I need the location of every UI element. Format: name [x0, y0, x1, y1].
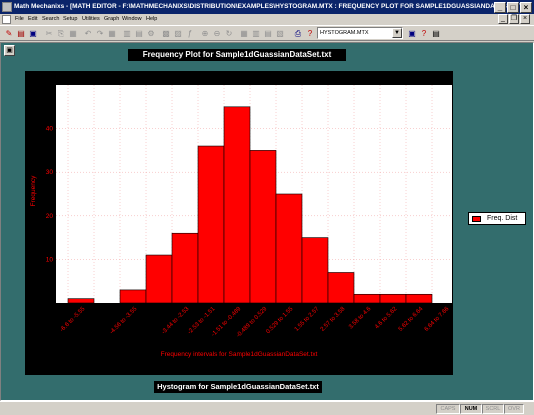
bar-10: [327, 272, 355, 304]
bar-12: [379, 293, 407, 304]
bar-0: [67, 298, 95, 304]
document-select[interactable]: HYSTOGRAM.MTX ▼: [317, 27, 403, 39]
refresh-icon[interactable]: ↻: [223, 28, 235, 40]
table-icon[interactable]: ▤: [133, 28, 145, 40]
child-minimize-button[interactable]: _: [498, 14, 508, 24]
minimize-button[interactable]: _: [494, 2, 506, 13]
close-button[interactable]: ×: [520, 2, 532, 13]
y-tick-label-3: 40: [46, 126, 54, 133]
child-restore-button[interactable]: ❐: [509, 14, 519, 24]
paste-icon[interactable]: ▦: [67, 28, 79, 40]
zoom-in-icon[interactable]: ⊕: [199, 28, 211, 40]
document-select-value: HYSTOGRAM.MTX: [320, 30, 369, 36]
document-icon[interactable]: [2, 15, 11, 24]
calculator-icon[interactable]: ▦: [238, 28, 250, 40]
settings-icon[interactable]: ⚙: [145, 28, 157, 40]
constants-icon[interactable]: ▤: [262, 28, 274, 40]
redo-icon[interactable]: ↷: [94, 28, 106, 40]
y-tick-label-0: 10: [46, 256, 54, 263]
undo-icon[interactable]: ↶: [82, 28, 94, 40]
bar-4: [171, 232, 199, 304]
copy-icon[interactable]: ⎘: [55, 28, 67, 40]
menu-file[interactable]: File: [15, 14, 24, 25]
matrix-icon[interactable]: ▥: [121, 28, 133, 40]
grid-icon[interactable]: ▦: [106, 28, 118, 40]
chart-legend: Freq. Dist: [468, 212, 526, 225]
menu-bar: File Edit Search Setup Utilities Graph W…: [0, 14, 534, 25]
graph-icon[interactable]: ▩: [160, 28, 172, 40]
status-num: NUM: [460, 404, 482, 414]
bar-13: [405, 293, 433, 304]
app-window: Math Mechanixs - [MATH EDITOR - F:\MATHM…: [0, 0, 534, 415]
app-icon[interactable]: [2, 2, 12, 12]
bar-8: [275, 193, 303, 304]
legend-swatch: [472, 216, 481, 222]
menu-edit[interactable]: Edit: [28, 14, 37, 25]
list-icon[interactable]: ▤: [430, 28, 442, 40]
toolbar: ✎ ▤ ▣ ✂ ⎘ ▦ ↶ ↷ ▦ ▥ ▤ ⚙ ▩ ▨ ƒ ⊕ ⊖ ↻ ▦ ▥ …: [0, 25, 534, 41]
status-ovr: OVR: [504, 404, 524, 414]
child-close-button[interactable]: ×: [520, 14, 530, 24]
pen-icon[interactable]: ✎: [3, 28, 15, 40]
x-axis-label: Frequency intervals for Sample1dGuassian…: [161, 351, 318, 358]
floppy-icon[interactable]: ▣: [4, 45, 15, 56]
y-tick-label-2: 30: [46, 169, 54, 176]
plot-icon[interactable]: ▨: [172, 28, 184, 40]
variables-icon[interactable]: ▧: [274, 28, 286, 40]
bar-7: [249, 150, 277, 304]
maximize-button[interactable]: □: [507, 2, 519, 13]
legend-label: Freq. Dist: [487, 215, 518, 222]
bar-5: [197, 145, 225, 304]
help-icon[interactable]: ?: [304, 28, 316, 40]
menu-help[interactable]: Help: [146, 14, 157, 25]
context-help-icon[interactable]: ?: [418, 28, 430, 40]
title-bar[interactable]: Math Mechanixs - [MATH EDITOR - F:\MATHM…: [0, 0, 534, 14]
window-title: Math Mechanixs - [MATH EDITOR - F:\MATHM…: [14, 3, 531, 10]
plot-title: Frequency Plot for Sample1dGuassianDataS…: [128, 49, 346, 61]
bar-2: [119, 289, 147, 304]
function-icon[interactable]: ƒ: [184, 28, 196, 40]
cut-icon[interactable]: ✂: [43, 28, 55, 40]
open-icon[interactable]: ▤: [15, 28, 27, 40]
units-icon[interactable]: ▥: [250, 28, 262, 40]
histogram-chart: 10203040 -6.6 to -5.55 -4.56 to -3.55 -3.4…: [25, 71, 453, 375]
menu-window[interactable]: Window: [122, 14, 142, 25]
save-icon[interactable]: ▣: [27, 28, 39, 40]
chevron-down-icon[interactable]: ▼: [392, 28, 402, 38]
status-scrl: SCRL: [482, 404, 504, 414]
bar-3: [145, 254, 173, 304]
histogram-caption: Hystogram for Sample1dGuassianDataSet.tx…: [154, 381, 322, 393]
menu-search[interactable]: Search: [42, 14, 59, 25]
bar-11: [353, 293, 381, 304]
y-tick-label-1: 20: [46, 213, 54, 220]
window-icon[interactable]: ▣: [406, 28, 418, 40]
status-bar: CAPS NUM SCRL OVR: [0, 401, 534, 415]
print-icon[interactable]: ⎙: [292, 28, 304, 40]
bar-9: [301, 237, 329, 304]
bar-6: [223, 106, 251, 304]
menu-utilities[interactable]: Utilities: [82, 14, 100, 25]
zoom-out-icon[interactable]: ⊖: [211, 28, 223, 40]
menu-setup[interactable]: Setup: [63, 14, 77, 25]
status-caps: CAPS: [436, 404, 460, 414]
menu-graph[interactable]: Graph: [104, 14, 119, 25]
y-axis-label: Frequency: [30, 175, 37, 206]
